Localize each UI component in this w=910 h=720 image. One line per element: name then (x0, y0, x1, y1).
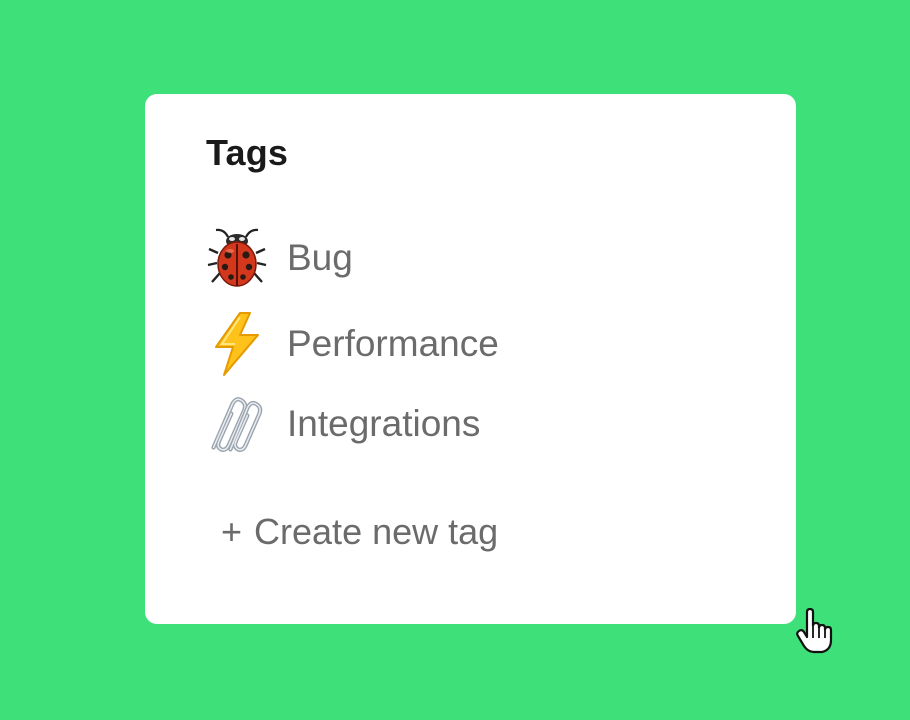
tag-item-integrations[interactable]: Integrations (206, 394, 480, 454)
tags-card: Tags Bug Performance Integrations + Crea… (145, 94, 796, 624)
create-new-tag-label: Create new tag (254, 511, 499, 552)
tag-label-integrations: Integrations (287, 403, 481, 444)
tag-item-performance[interactable]: Performance (206, 312, 499, 376)
tag-label-performance: Performance (287, 323, 499, 364)
paperclips-icon (206, 393, 268, 455)
tag-label-bug: Bug (287, 237, 353, 278)
ladybug-icon (206, 227, 268, 289)
hand-pointer-icon (795, 607, 837, 654)
tag-item-bug[interactable]: Bug (206, 228, 353, 288)
lightning-icon (206, 312, 268, 376)
plus-icon: + (221, 511, 243, 552)
card-title: Tags (206, 132, 289, 173)
create-new-tag-button[interactable]: + Create new tag (221, 511, 498, 553)
